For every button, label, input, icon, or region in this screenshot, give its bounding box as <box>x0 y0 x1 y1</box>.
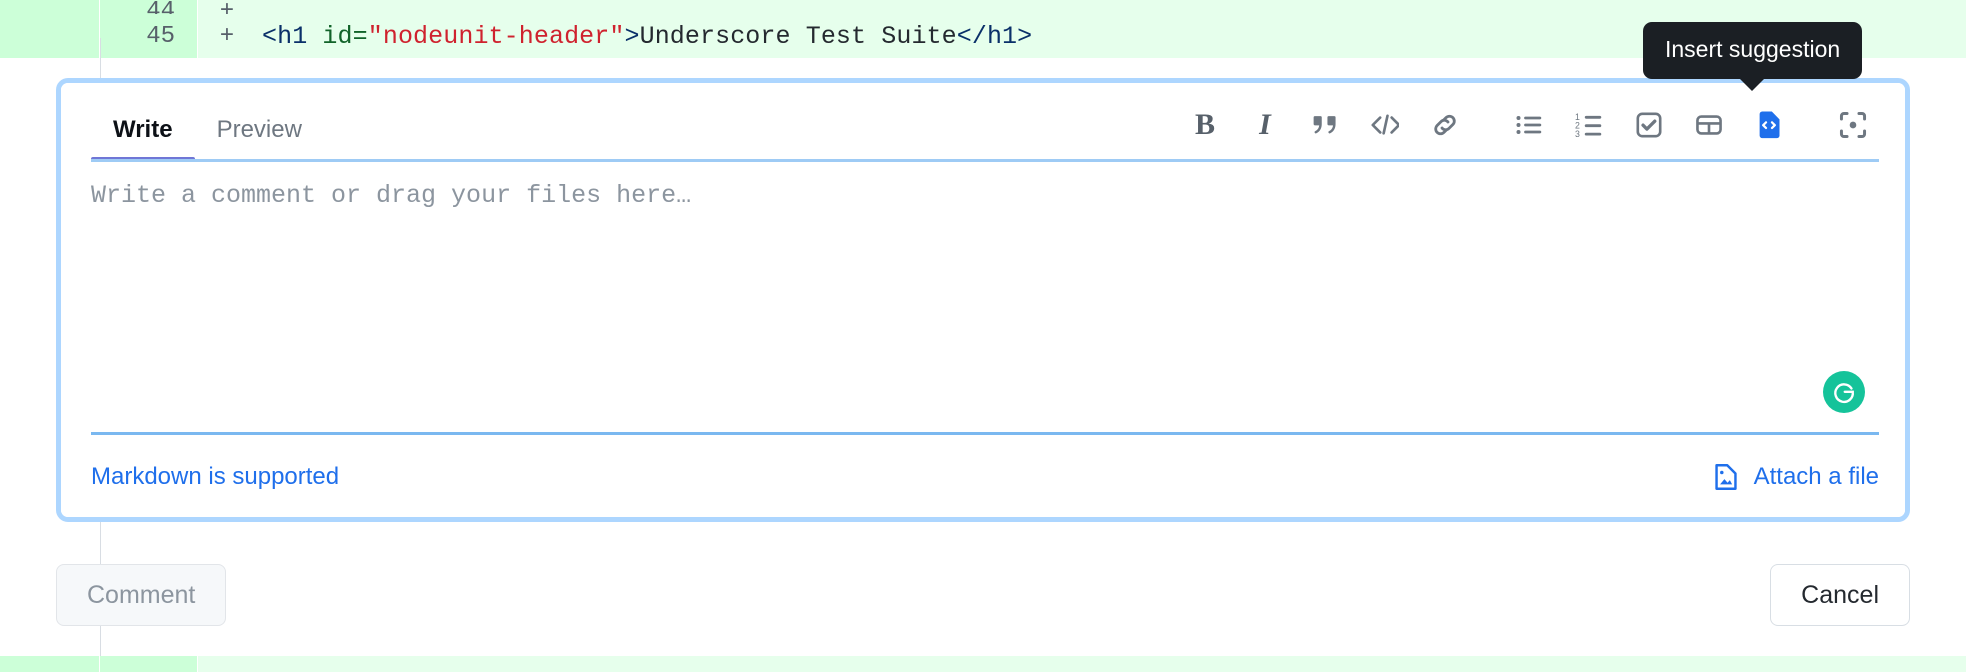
editor-divider <box>91 432 1879 435</box>
table-icon[interactable] <box>1683 101 1735 149</box>
editor-tabs: Write Preview <box>91 83 324 162</box>
task-list-icon[interactable] <box>1623 101 1675 149</box>
comment-form: Write Preview B I 1 2 3 Write a comment … <box>56 78 1910 522</box>
code-token-tag: <h1 <box>262 21 323 51</box>
markdown-toolbar: B I 1 2 3 <box>1179 101 1879 159</box>
italic-icon[interactable]: I <box>1239 101 1291 149</box>
markdown-supported-link[interactable]: Markdown is supported <box>91 463 339 491</box>
code-token-bracket: > <box>624 21 640 51</box>
cancel-button[interactable]: Cancel <box>1770 564 1910 626</box>
bold-icon[interactable]: B <box>1179 101 1231 149</box>
code-token-tag-end: </h1> <box>956 21 1033 51</box>
comment-header: Write Preview B I 1 2 3 <box>61 83 1905 162</box>
diff-gutter-spacer <box>0 656 100 672</box>
attach-file-icon <box>1712 463 1740 491</box>
review-comment-screen: 44 + 45 + <h1 id="nodeunit-header">Under… <box>0 0 1966 672</box>
comment-placeholder: Write a comment or drag your files here… <box>91 181 692 210</box>
insert-suggestion-icon[interactable] <box>1743 101 1795 149</box>
form-actions: Comment Cancel <box>56 564 1910 628</box>
ordered-list-icon[interactable]: 123 <box>1563 101 1615 149</box>
unordered-list-icon[interactable] <box>1503 101 1555 149</box>
saved-replies-icon[interactable] <box>1827 101 1879 149</box>
diff-row <box>0 656 1966 672</box>
diff-add-sign <box>198 656 256 672</box>
diff-line-number: 45 <box>100 14 198 58</box>
diff-line-number <box>100 656 198 672</box>
svg-text:3: 3 <box>1575 129 1580 139</box>
grammarly-icon[interactable] <box>1823 371 1865 413</box>
code-token-text: Underscore Test Suite <box>639 21 957 51</box>
diff-add-sign: + <box>219 22 235 50</box>
comment-submit-button[interactable]: Comment <box>56 564 227 626</box>
attach-file-label: Attach a file <box>1753 463 1879 490</box>
code-token-string: "nodeunit-header" <box>367 21 625 51</box>
tooltip-insert-suggestion: Insert suggestion <box>1643 22 1863 91</box>
comment-footer: Markdown is supported Attach a file <box>61 435 1905 517</box>
diff-gutter-spacer <box>0 14 100 58</box>
tab-preview[interactable]: Preview <box>195 116 324 159</box>
quote-icon[interactable] <box>1299 101 1351 149</box>
link-icon[interactable] <box>1419 101 1471 149</box>
tab-write[interactable]: Write <box>91 116 195 162</box>
code-icon[interactable] <box>1359 101 1411 149</box>
comment-textarea-region[interactable]: Write a comment or drag your files here… <box>61 159 1905 435</box>
comment-form-inner: Write Preview B I 1 2 3 Write a comment … <box>61 83 1905 517</box>
code-token-attribute: id= <box>322 21 368 51</box>
attach-file-button[interactable]: Attach a file <box>1712 463 1879 491</box>
